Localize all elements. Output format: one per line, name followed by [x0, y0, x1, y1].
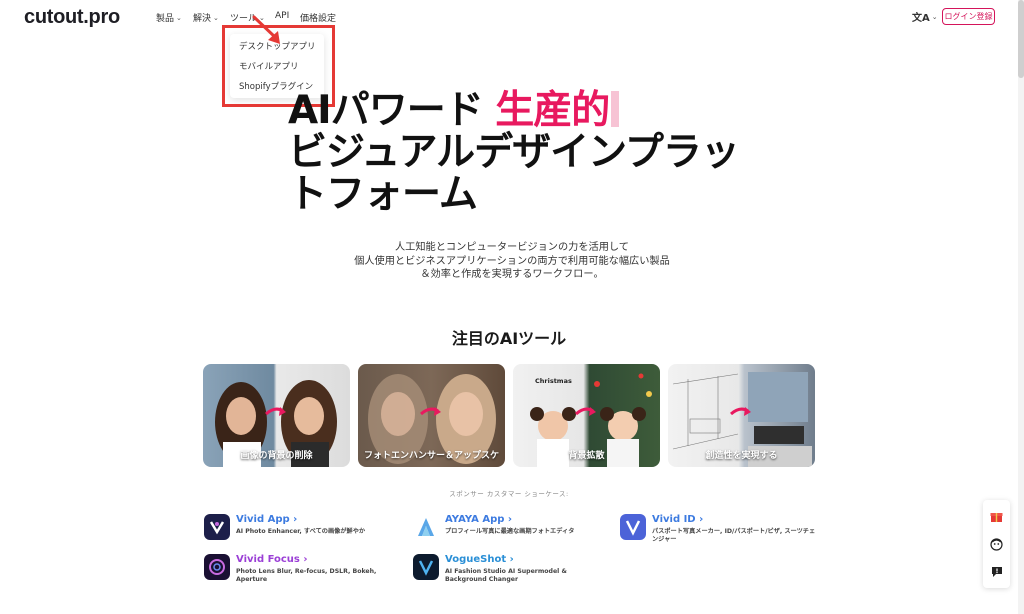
app-name-text: AYAYA App [445, 514, 505, 525]
hero-line-1: AIパワード 生産的 [288, 90, 808, 132]
arrow-right-icon [730, 407, 751, 416]
nav-tools-label: ツール [230, 14, 258, 24]
vivid-app-icon [204, 514, 230, 540]
arrow-right-icon [420, 407, 441, 416]
nav-pricing-label: 価格設定 [300, 14, 337, 24]
chevron-down-icon: ⌄ [931, 12, 938, 21]
hero-subtitle: 人工知能とコンピュータービジョンの力を活用して 個人使用とビジネスアプリケーショ… [312, 241, 712, 282]
nav-api-label: API [275, 11, 290, 21]
feedback-icon[interactable] [989, 564, 1004, 579]
floating-side-panel [983, 500, 1010, 588]
tool-card-photo-enhancer[interactable]: フォトエンハンサー＆アップスケ [358, 364, 505, 467]
chevron-down-icon: ⌄ [213, 13, 219, 22]
vivid-focus-icon [204, 554, 230, 580]
arrow-right-icon [575, 407, 596, 416]
nav-solutions-label: 解決 [193, 14, 212, 24]
chevron-down-icon: ⌄ [259, 13, 265, 22]
typing-cursor [611, 91, 620, 127]
dropdown-item-desktop-app[interactable]: デスクトップアプリ [230, 40, 324, 60]
app-description: AI Fashion Studio AI Supermodel & Backgr… [445, 568, 567, 583]
app-name-text: Vivid Focus [236, 554, 300, 565]
page-scrollbar[interactable] [1018, 0, 1024, 614]
top-navigation: cutout.pro 製品 ⌄ 解決 ⌄ ツール ⌄ API 価格設定 文A ⌄… [0, 0, 1024, 34]
ayaya-app-icon [413, 514, 439, 540]
app-name-text: Vivid App [236, 514, 290, 525]
logo[interactable]: cutout.pro [24, 6, 120, 29]
nav-products[interactable]: 製品 ⌄ [156, 11, 182, 25]
nav-solutions[interactable]: 解決 ⌄ [193, 11, 219, 25]
hero-title: AIパワード 生産的 ビジュアルデザインプラッ トフォーム [288, 90, 808, 216]
tool-card-remove-background[interactable]: 画像の背景の削除 [203, 364, 350, 467]
hero-line-2: ビジュアルデザインプラッ [288, 130, 740, 175]
christmas-badge: Christmas [535, 377, 572, 385]
app-name: Vivid ID › [652, 514, 704, 525]
nav-products-label: 製品 [156, 14, 175, 24]
vogueshot-icon [413, 554, 439, 580]
nav-api[interactable]: API [275, 11, 289, 21]
app-description: Photo Lens Blur, Re-focus, DSLR, Bokeh, … [236, 568, 377, 583]
tool-card-label: 創造性を実現する [705, 451, 778, 461]
app-vogueshot[interactable]: VogueShot › AI Fashion Studio AI Supermo… [413, 554, 603, 584]
sponsor-label: スポンサー カスタマー ショーケース: [449, 490, 569, 498]
gift-icon[interactable] [989, 509, 1004, 524]
hero-line-1-prefix: AIパワード [288, 88, 484, 133]
app-vivid-app[interactable]: Vivid App › AI Photo Enhancer, すべての画像が鮮や… [204, 514, 394, 540]
subtitle-line: 人工知能とコンピュータービジョンの力を活用して [394, 242, 629, 253]
app-description: プロフィール写真に最適な画期フォトエディタ [445, 528, 575, 535]
arrow-right-icon [265, 407, 286, 416]
app-name: Vivid Focus › [236, 554, 308, 565]
nav-tools[interactable]: ツール ⌄ [230, 11, 265, 25]
chevron-down-icon: ⌄ [176, 13, 182, 22]
app-vivid-focus[interactable]: Vivid Focus › Photo Lens Blur, Re-focus,… [204, 554, 399, 584]
vivid-id-icon [620, 514, 646, 540]
nav-pricing[interactable]: 価格設定 [300, 11, 336, 24]
app-name-text: Vivid ID [652, 514, 696, 525]
avatar-icon[interactable] [989, 537, 1004, 552]
hero-accent-word: 生産的 [495, 88, 610, 133]
app-description: パスポート写真メーカー, ID/パスポート/ビザ, スーツチェンジャー [652, 528, 816, 543]
language-selector[interactable]: 文A ⌄ [912, 9, 938, 25]
subtitle-line: ＆効率と作成を実現するワークフロー。 [420, 269, 604, 280]
app-name-text: VogueShot [445, 554, 507, 565]
tool-card-background-diffusion[interactable]: Christmas 背景拡散 [513, 364, 660, 467]
tool-card-label: 画像の背景の削除 [240, 451, 313, 461]
app-name: VogueShot › [445, 554, 514, 565]
app-name: Vivid App › [236, 514, 298, 525]
app-description: AI Photo Enhancer, すべての画像が鮮やか [236, 528, 366, 535]
translate-icon: 文A [912, 13, 930, 24]
tool-card-label: 背景拡散 [568, 451, 605, 461]
hero-line-3: トフォーム [288, 172, 478, 217]
scrollbar-thumb[interactable] [1018, 0, 1024, 78]
login-register-button[interactable]: ログイン登録 [942, 8, 995, 25]
dropdown-item-mobile-app[interactable]: モバイルアプリ [230, 60, 324, 80]
featured-tools-title: 注目のAIツール [451, 329, 567, 348]
subtitle-line: 個人使用とビジネスアプリケーションの両方で利用可能な幅広い製品 [354, 255, 670, 267]
app-name: AYAYA App › [445, 514, 513, 525]
app-vivid-id[interactable]: Vivid ID › パスポート写真メーカー, ID/パスポート/ビザ, スーツ… [620, 514, 820, 544]
tool-card-label: フォトエンハンサー＆アップスケ [363, 451, 499, 461]
tool-card-creativity[interactable]: 創造性を実現する [668, 364, 815, 467]
app-ayaya[interactable]: AYAYA App › プロフィール写真に最適な画期フォトエディタ [413, 514, 608, 540]
